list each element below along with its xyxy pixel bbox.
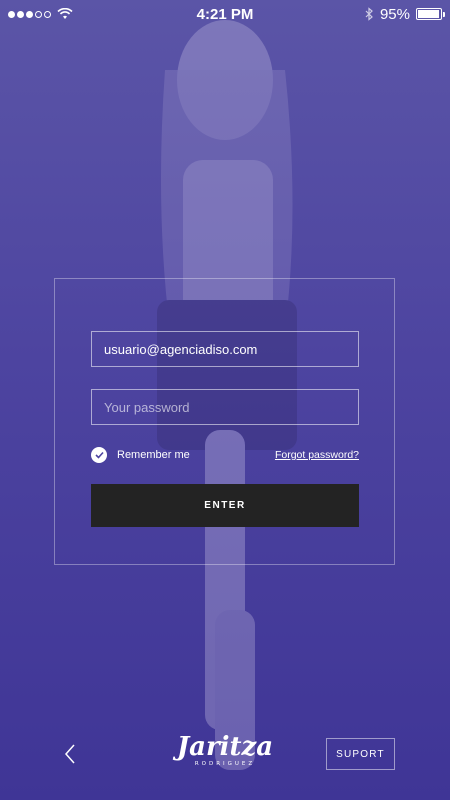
remember-me-label: Remember me [117, 449, 190, 461]
checkmark-icon [94, 451, 104, 459]
brand-logo: Jaritza RODRIGUEZ [160, 734, 290, 776]
remember-me-toggle[interactable]: Remember me [91, 447, 190, 463]
chevron-left-icon [64, 744, 75, 764]
battery-fill [417, 10, 439, 18]
enter-button[interactable]: ENTER [91, 484, 359, 527]
signal-strength-icon [8, 10, 51, 18]
signal-dot [44, 10, 51, 18]
battery-icon [415, 8, 445, 20]
bluetooth-icon [365, 7, 373, 21]
support-button[interactable]: SUPORT [326, 738, 395, 770]
battery-percent: 95% [379, 5, 410, 23]
signal-dot [26, 10, 33, 18]
signal-dot [17, 10, 24, 18]
login-screen: 4:21 PM 95% Remember me Forgot [0, 0, 450, 800]
back-button[interactable] [58, 742, 82, 766]
signal-dot [35, 10, 42, 18]
checkbox-checked-icon[interactable] [91, 447, 107, 463]
wifi-icon [57, 8, 73, 19]
brand-name: Jaritza [176, 732, 274, 762]
forgot-password-link[interactable]: Forgot password? [275, 449, 359, 461]
status-bar: 4:21 PM 95% [0, 0, 450, 28]
status-right: 95% [302, 5, 445, 23]
login-form: Remember me Forgot password? ENTER [54, 278, 395, 565]
status-left [8, 8, 148, 20]
remember-row: Remember me Forgot password? [91, 445, 359, 465]
signal-dot [8, 10, 15, 18]
email-input[interactable] [91, 331, 359, 367]
status-time: 4:21 PM [196, 5, 254, 23]
password-input[interactable] [91, 389, 359, 425]
